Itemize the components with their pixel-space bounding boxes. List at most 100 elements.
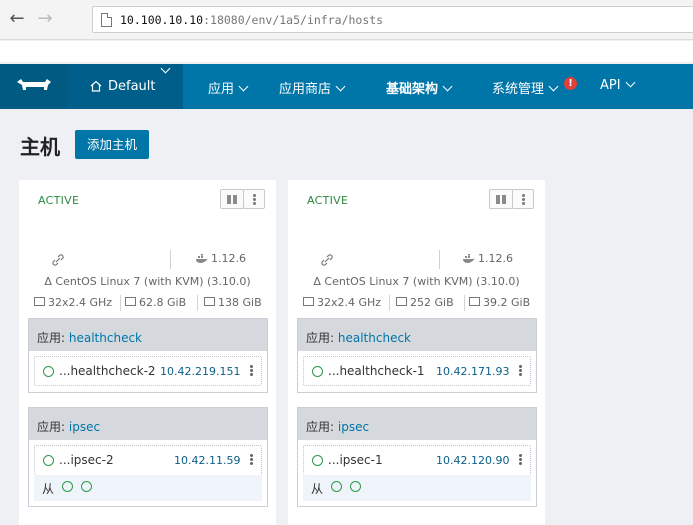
running-status-icon[interactable] — [62, 481, 73, 492]
divider — [464, 295, 465, 311]
running-status-icon — [312, 455, 323, 466]
docker-icon — [463, 254, 475, 263]
cpu-spec: 32x2.4 GHz — [303, 296, 381, 309]
pause-icon[interactable] — [489, 189, 513, 209]
service-group-healthcheck: 应用: healthcheck ...healthcheck-1 10.42.1… — [297, 318, 537, 393]
host-specs: 32x2.4 GHz 252 GiB 39.2 GiB — [288, 295, 545, 312]
running-status-icon[interactable] — [81, 481, 92, 492]
page-icon — [101, 13, 112, 27]
url-path: :18080/env/1a5/infra/hosts — [203, 13, 384, 27]
address-bar[interactable]: 10.100.10.10:18080/env/1a5/infra/hosts — [92, 6, 693, 33]
container-ip: 10.42.171.93 — [436, 365, 510, 378]
kebab-icon[interactable] — [250, 454, 253, 457]
service-group-healthcheck: 应用: healthcheck ...healthcheck-2 10.42.2… — [28, 318, 268, 393]
disk-spec: 138 GiB — [204, 296, 262, 309]
host-state: ACTIVE — [38, 194, 80, 207]
running-status-icon — [312, 366, 323, 377]
memory-spec: 252 GiB — [396, 296, 454, 309]
container-item[interactable]: ...healthcheck-2 10.42.219.151 — [34, 356, 262, 386]
host-specs: 32x2.4 GHz 62.8 GiB 138 GiB — [19, 295, 276, 312]
pause-icon[interactable] — [220, 189, 244, 209]
container-ip: 10.42.219.151 — [160, 365, 241, 378]
bookmark-bar — [0, 41, 693, 62]
container-name[interactable]: ...ipsec-1 — [328, 453, 383, 467]
home-icon — [90, 80, 102, 92]
kebab-icon — [253, 194, 256, 197]
link-icon[interactable] — [321, 254, 333, 266]
running-status-icon[interactable] — [350, 481, 361, 492]
container-item[interactable]: ...ipsec-2 10.42.11.59 — [34, 445, 262, 475]
os-label: CentOS Linux 7 (with KVM) (3.10.0) — [55, 275, 251, 288]
memory-icon — [396, 297, 407, 306]
url-text[interactable]: 10.100.10.10:18080/env/1a5/infra/hosts — [120, 13, 383, 27]
nav-infrastructure-label: 基础架构 — [386, 82, 439, 97]
forward-icon[interactable]: → — [34, 8, 56, 30]
page-title: 主机 — [20, 135, 60, 159]
sidekick-row: 从 — [34, 475, 262, 501]
sidekick-label: 从 — [311, 482, 324, 496]
nav-apps-label: 应用 — [208, 82, 235, 97]
link-icon[interactable] — [52, 254, 64, 266]
service-link[interactable]: healthcheck — [338, 331, 411, 345]
os-icon: Δ — [44, 275, 52, 288]
kebab-icon[interactable] — [250, 365, 253, 368]
chevron-down-icon — [335, 81, 346, 92]
back-icon[interactable]: ← — [6, 8, 28, 30]
divider — [439, 250, 440, 269]
running-status-icon — [43, 455, 54, 466]
host-menu-button[interactable] — [243, 189, 265, 209]
chevron-down-icon — [625, 77, 636, 88]
chevron-down-icon — [442, 81, 453, 92]
service-header: 应用: healthcheck — [29, 319, 267, 351]
service-group-ipsec: 应用: ipsec ...ipsec-1 10.42.120.90 从 — [297, 407, 537, 507]
environment-label: Default — [108, 79, 156, 94]
chevron-down-icon — [160, 63, 171, 74]
nav-infrastructure[interactable]: 基础架构 — [386, 78, 453, 97]
service-link[interactable]: ipsec — [69, 420, 100, 434]
container-name[interactable]: ...healthcheck-2 — [59, 364, 156, 378]
kebab-icon[interactable] — [519, 365, 522, 368]
service-prefix: 应用: — [37, 331, 66, 345]
os-info: Δ CentOS Linux 7 (with KVM) (3.10.0) — [19, 275, 276, 288]
service-group-ipsec: 应用: ipsec ...ipsec-2 10.42.11.59 从 — [28, 407, 268, 507]
nav-apps[interactable]: 应用 — [208, 78, 249, 97]
os-info: Δ CentOS Linux 7 (with KVM) (3.10.0) — [288, 275, 545, 288]
add-host-button[interactable]: 添加主机 — [75, 130, 149, 159]
service-prefix: 应用: — [306, 331, 335, 345]
os-label: CentOS Linux 7 (with KVM) (3.10.0) — [324, 275, 520, 288]
host-menu-button[interactable] — [512, 189, 534, 209]
container-name[interactable]: ...healthcheck-1 — [328, 364, 425, 378]
cpu-icon — [34, 297, 45, 306]
service-header: 应用: ipsec — [298, 408, 536, 440]
host-state: ACTIVE — [307, 194, 349, 207]
container-item[interactable]: ...healthcheck-1 10.42.171.93 — [303, 356, 531, 386]
service-link[interactable]: ipsec — [338, 420, 369, 434]
docker-version: 1.12.6 — [211, 252, 246, 265]
url-host: 10.100.10.10 — [120, 13, 204, 27]
divider — [120, 295, 121, 311]
cpu-value: 32x2.4 GHz — [317, 296, 382, 309]
nav-api-label: API — [600, 78, 621, 93]
nav-admin[interactable]: 系统管理 — [492, 78, 559, 97]
memory-value: 252 GiB — [410, 296, 454, 309]
kebab-icon[interactable] — [519, 454, 522, 457]
nav-api[interactable]: API — [600, 77, 636, 93]
service-header: 应用: ipsec — [29, 408, 267, 440]
container-name[interactable]: ...ipsec-2 — [59, 453, 114, 467]
service-link[interactable]: healthcheck — [69, 331, 142, 345]
environment-selector[interactable]: Default — [68, 63, 183, 109]
disk-value: 39.2 GiB — [483, 296, 531, 309]
cpu-value: 32x2.4 GHz — [48, 296, 113, 309]
nav-catalog[interactable]: 应用商店 — [279, 78, 346, 97]
container-item[interactable]: ...ipsec-1 10.42.120.90 — [303, 445, 531, 475]
container-ip: 10.42.11.59 — [174, 454, 241, 467]
running-status-icon[interactable] — [331, 481, 342, 492]
logo[interactable] — [0, 64, 68, 109]
nav-admin-label: 系统管理 — [492, 82, 545, 97]
nav-catalog-label: 应用商店 — [279, 82, 332, 97]
cpu-icon — [303, 297, 314, 306]
memory-value: 62.8 GiB — [139, 296, 187, 309]
alert-badge[interactable]: ! — [564, 77, 577, 90]
chevron-down-icon — [238, 81, 249, 92]
host-card: ACTIVE 1.12.6 Δ CentOS Linux 7 (with KVM… — [19, 180, 276, 525]
